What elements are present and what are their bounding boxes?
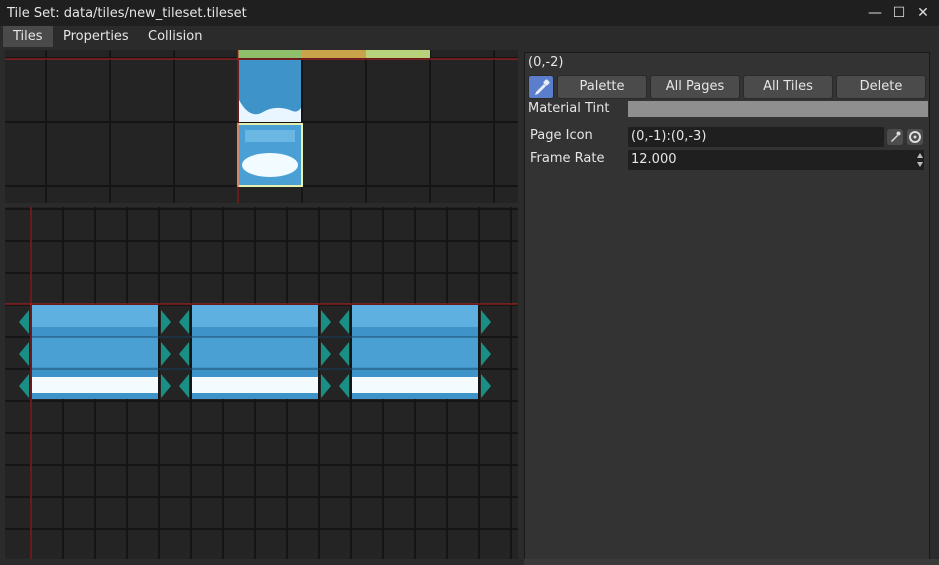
tile-coordinate: (0,-2) — [528, 55, 564, 70]
frame-rate-field[interactable]: 12.000 — [628, 150, 917, 170]
material-tint-swatch[interactable] — [628, 101, 928, 117]
page-preview-canvas[interactable] — [5, 50, 518, 203]
delete-button[interactable]: Delete — [836, 75, 926, 99]
page-icon-picker-button[interactable] — [887, 129, 903, 145]
eyedropper-icon — [535, 79, 550, 95]
tab-bar: Tiles Properties Collision — [0, 26, 939, 48]
status-strip — [524, 559, 939, 565]
tile-inspector-panel: (0,-2) Palette All Pages All Tiles Delet… — [524, 52, 930, 560]
frame-rate-stepper[interactable] — [916, 150, 924, 170]
all-pages-button[interactable]: All Pages — [650, 75, 740, 99]
tab-collision[interactable]: Collision — [138, 26, 212, 47]
inspector-toolbar: Palette All Pages All Tiles Delete — [528, 75, 928, 99]
page-preview-pane[interactable] — [5, 50, 518, 203]
frame-rate-label: Frame Rate — [530, 151, 605, 166]
tile-group-2 — [192, 305, 318, 399]
stepper-arrows-icon — [917, 153, 923, 167]
eyedropper-button[interactable] — [528, 75, 554, 99]
eyedropper-icon — [891, 131, 901, 142]
all-tiles-button[interactable]: All Tiles — [743, 75, 833, 99]
close-button[interactable]: ✕ — [914, 4, 932, 22]
tile-page-canvas[interactable] — [5, 207, 518, 559]
page-icon-reset-button[interactable] — [907, 129, 923, 145]
tab-properties[interactable]: Properties — [53, 26, 139, 47]
title-bar: Tile Set: data/tiles/new_tileset.tileset… — [0, 0, 939, 26]
window-title: Tile Set: data/tiles/new_tileset.tileset — [7, 6, 247, 21]
tab-tiles[interactable]: Tiles — [3, 26, 53, 47]
tile-group-3 — [352, 305, 478, 399]
tile-group-1 — [32, 305, 158, 399]
minimize-button[interactable]: — — [866, 4, 884, 22]
page-icon-label: Page Icon — [530, 128, 593, 143]
reset-icon — [909, 131, 921, 143]
material-tint-label: Material Tint — [528, 101, 610, 116]
palette-button[interactable]: Palette — [557, 75, 647, 99]
tile-page-pane[interactable] — [5, 207, 518, 559]
maximize-button[interactable]: ☐ — [890, 4, 908, 22]
page-icon-field[interactable]: (0,-1):(0,-3) — [628, 127, 884, 147]
